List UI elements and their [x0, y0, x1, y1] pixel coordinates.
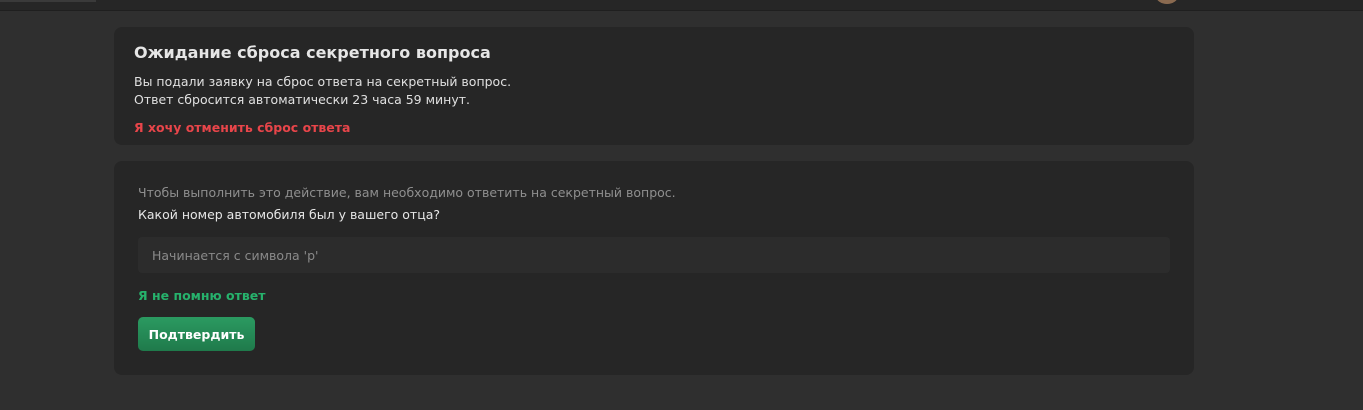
security-question-card: Чтобы выполнить это действие, вам необхо…: [114, 161, 1194, 375]
security-answer-input[interactable]: [138, 237, 1170, 273]
cancel-reset-link[interactable]: Я хочу отменить сброс ответа: [134, 120, 350, 136]
forgot-answer-link[interactable]: Я не помню ответ: [138, 288, 266, 304]
active-tab-indicator: [0, 0, 96, 2]
user-avatar[interactable]: [1156, 0, 1178, 4]
reset-pending-title: Ожидание сброса секретного вопроса: [134, 43, 491, 62]
reset-timer-notice: Ответ сбросится автоматически 23 часа 59…: [134, 92, 470, 107]
confirm-button[interactable]: Подтвердить: [138, 317, 255, 351]
reset-request-notice: Вы подали заявку на сброс ответа на секр…: [134, 74, 512, 89]
reset-pending-card: Ожидание сброса секретного вопроса Вы по…: [114, 27, 1194, 145]
security-question-text: Какой номер автомобиля был у вашего отца…: [138, 207, 441, 222]
top-navigation-bar: [0, 0, 1363, 11]
security-question-hint: Чтобы выполнить это действие, вам необхо…: [138, 185, 676, 200]
